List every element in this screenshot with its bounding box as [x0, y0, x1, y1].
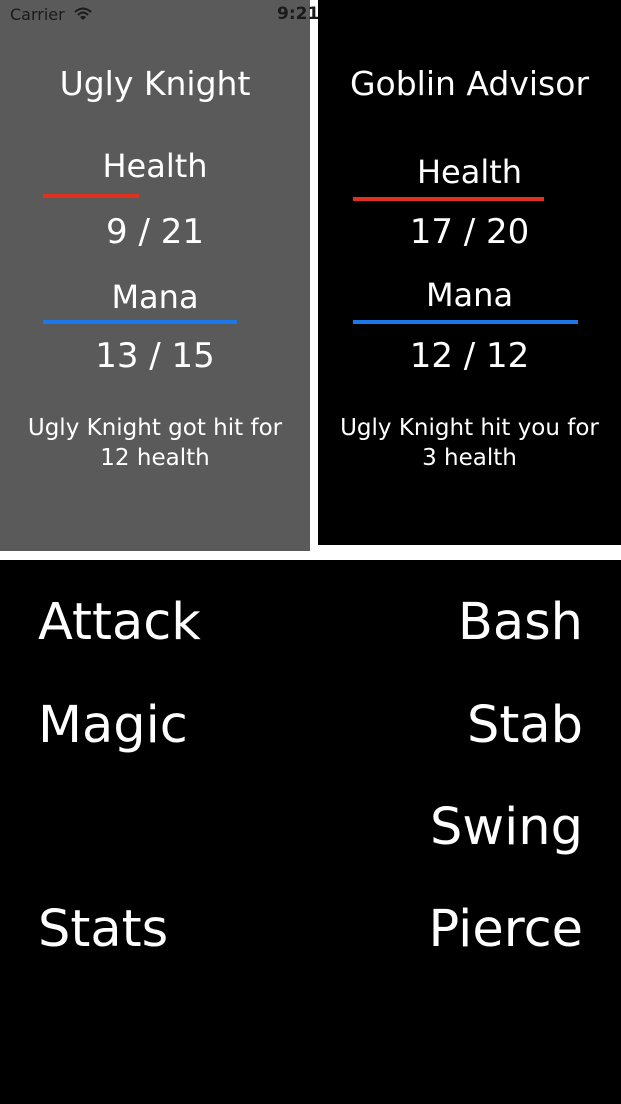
player-mana-bar-track: [43, 320, 266, 324]
enemy-mana-bar: [353, 320, 578, 324]
bash-button[interactable]: Bash: [458, 593, 583, 653]
status-bar: Carrier 9:21: [0, 0, 621, 30]
enemy-health-value: 17 / 20: [409, 212, 530, 252]
player-mana-label: Mana: [111, 278, 199, 316]
action-menu: Attack Magic Stats Bash Stab Swing Pierc…: [0, 560, 621, 1104]
game-screen: Carrier 9:21 Ugly Knight Health 9 / 21 M…: [0, 0, 621, 1104]
enemy-health-bar-track: [353, 197, 578, 201]
player-mana-value: 13 / 15: [95, 336, 215, 376]
status-time: 9:21: [277, 4, 320, 24]
player-panel: Ugly Knight Health 9 / 21 Mana 13 / 15 U…: [0, 0, 310, 551]
magic-button[interactable]: Magic: [38, 696, 188, 756]
enemy-mana-label: Mana: [425, 276, 514, 314]
carrier-label: Carrier: [10, 5, 65, 24]
attack-button[interactable]: Attack: [38, 593, 201, 653]
pierce-button[interactable]: Pierce: [429, 900, 583, 960]
player-message: Ugly Knight got hit for 12 health: [27, 415, 283, 471]
player-name: Ugly Knight: [59, 64, 251, 103]
stats-button[interactable]: Stats: [38, 900, 168, 960]
wifi-icon: [74, 6, 92, 25]
enemy-name: Goblin Advisor: [349, 64, 590, 103]
enemy-health-label: Health: [416, 153, 523, 191]
player-health-value: 9 / 21: [106, 212, 204, 252]
enemy-mana-value: 12 / 12: [409, 336, 530, 376]
player-health-label: Health: [102, 147, 208, 185]
swing-button[interactable]: Swing: [430, 798, 583, 858]
enemy-message: Ugly Knight hit you for 3 health: [340, 415, 599, 471]
player-health-bar-track: [43, 194, 266, 198]
player-mana-bar: [43, 320, 237, 324]
enemy-health-bar: [353, 197, 544, 201]
player-health-bar: [43, 194, 139, 198]
enemy-panel: Goblin Advisor Health 17 / 20 Mana 12 / …: [318, 0, 621, 545]
stab-button[interactable]: Stab: [467, 696, 583, 756]
enemy-mana-bar-track: [353, 320, 578, 324]
